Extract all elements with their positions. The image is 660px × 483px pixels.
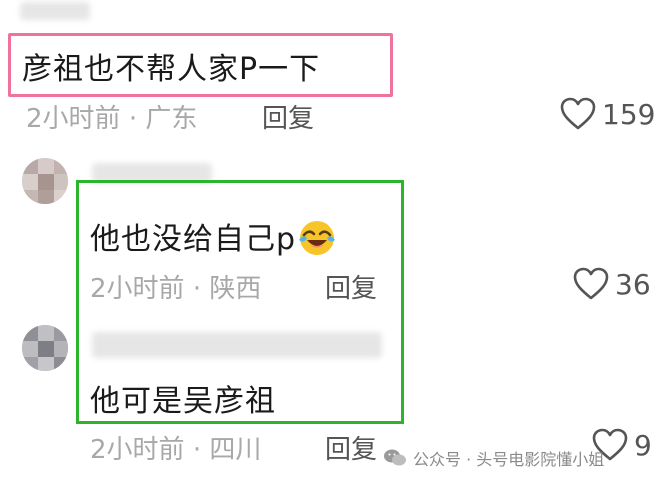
like-button[interactable]: 159: [560, 97, 655, 131]
comment-time: 2小时前: [90, 435, 185, 465]
meta-separator: ·: [192, 435, 202, 465]
avatar[interactable]: [22, 158, 68, 204]
comment-time: 2小时前: [90, 274, 185, 304]
watermark-text: 公众号 · 头号电影院懂小姐: [413, 450, 605, 469]
meta-separator: ·: [128, 104, 138, 134]
meta-separator: ·: [192, 274, 202, 304]
comment-text: 彦祖也不帮人家P一下: [22, 52, 321, 87]
like-count: 36: [615, 267, 651, 301]
comment-meta: 2小时前 · 四川: [90, 429, 261, 466]
heart-icon: [560, 97, 596, 130]
reply-button[interactable]: 回复: [325, 429, 377, 466]
blurred-username: [20, 2, 90, 20]
watermark: 公众号 · 头号电影院懂小姐: [383, 446, 604, 470]
comment-text: 他可是吴彦祖: [90, 384, 276, 419]
comment-text: 他也没给自己p: [90, 214, 337, 258]
blurred-username: [92, 332, 382, 358]
like-button[interactable]: 36: [573, 267, 651, 301]
comment-text-content: 他也没给自己p: [90, 222, 297, 257]
comment-meta: 2小时前 · 陕西: [90, 268, 261, 305]
comment-meta: 2小时前 · 广东: [26, 98, 197, 135]
heart-icon: [573, 267, 609, 300]
comment-time: 2小时前: [26, 104, 121, 134]
comment-location: 四川: [209, 435, 262, 465]
avatar[interactable]: [22, 325, 68, 371]
like-count: 159: [602, 97, 656, 131]
comment-location: 广东: [145, 104, 198, 134]
reply-button[interactable]: 回复: [325, 268, 377, 305]
crying-laughing-emoji-icon: [299, 220, 336, 255]
wechat-icon: [384, 449, 406, 466]
comment-location: 陕西: [209, 274, 262, 304]
reply-button[interactable]: 回复: [262, 98, 314, 135]
like-count: 9: [634, 428, 652, 462]
